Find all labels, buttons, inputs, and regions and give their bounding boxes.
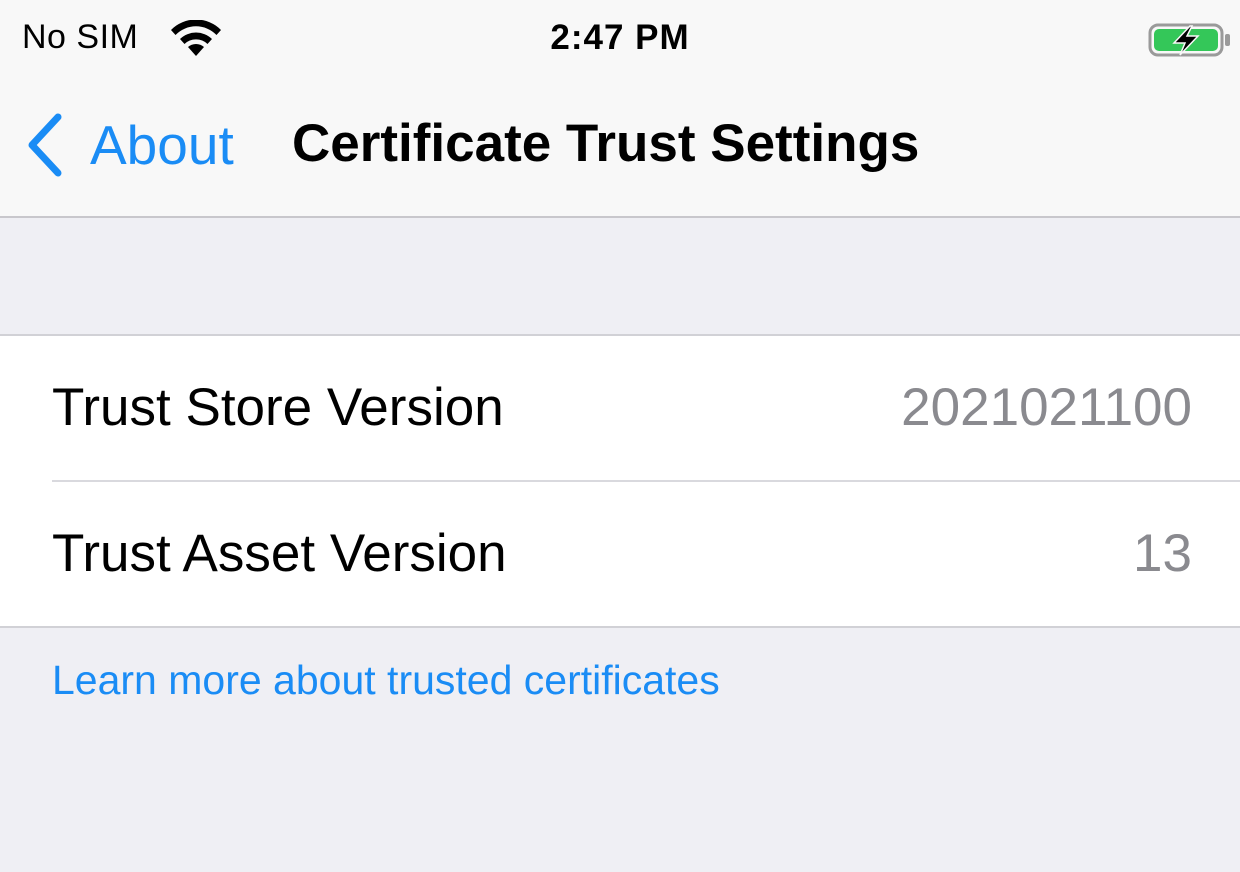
learn-more-link[interactable]: Learn more about trusted certificates: [52, 656, 720, 705]
row-label: Trust Store Version: [52, 378, 504, 437]
page-title: Certificate Trust Settings: [292, 114, 920, 173]
back-button[interactable]: About: [22, 110, 234, 180]
row-label: Trust Asset Version: [52, 524, 507, 583]
row-value: 2021021100: [901, 378, 1192, 437]
list-item-trust-asset-version: Trust Asset Version 13: [0, 482, 1240, 627]
status-bar: No SIM 2:47 PM: [0, 0, 1240, 80]
status-time: 2:47 PM: [550, 18, 690, 57]
back-label: About: [90, 113, 234, 176]
battery-charging-icon: [1148, 23, 1230, 57]
chevron-left-icon: [28, 113, 62, 177]
row-value: 13: [1133, 524, 1192, 583]
list-item-trust-store-version: Trust Store Version 2021021100: [0, 336, 1240, 482]
trust-versions-group: Trust Store Version 2021021100 Trust Ass…: [0, 334, 1240, 628]
navigation-bar: About Certificate Trust Settings: [0, 80, 1240, 218]
